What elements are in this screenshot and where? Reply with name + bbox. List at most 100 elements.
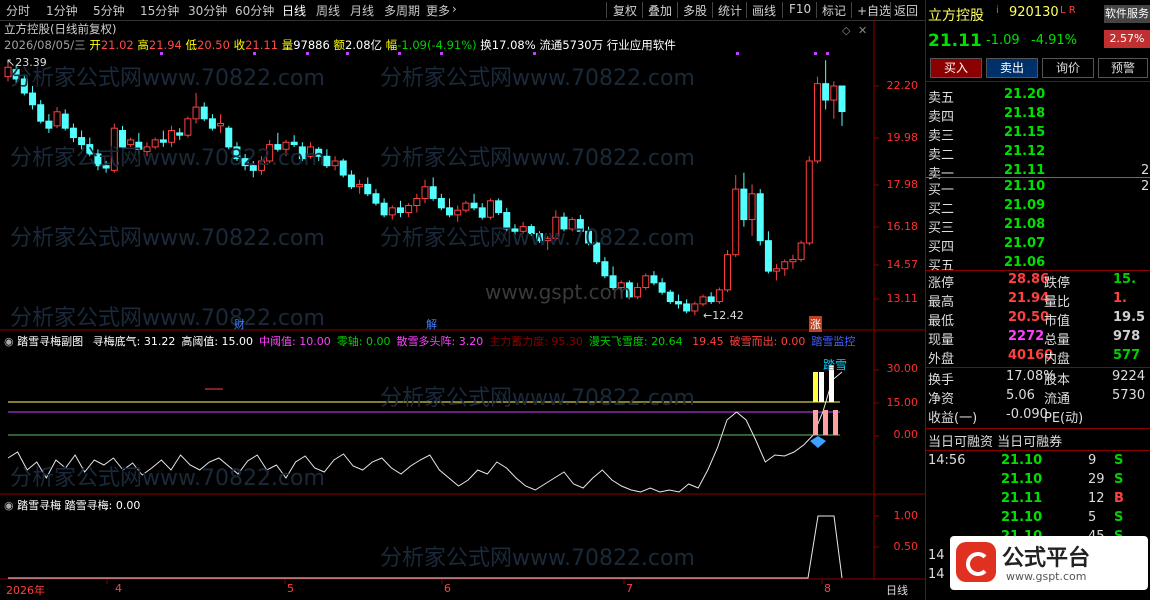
tick-row: 14:56 21.10 9 S bbox=[926, 452, 1150, 471]
stat-label: 最低 bbox=[928, 314, 955, 329]
ask-row: 卖五 21.20 bbox=[926, 86, 1150, 106]
stat-value: 5730 bbox=[1112, 388, 1146, 403]
candle bbox=[601, 257, 609, 279]
bid-price: 21.07 bbox=[1004, 236, 1046, 251]
tick-row: 21.10 29 S bbox=[926, 471, 1150, 490]
bid-price: 21.06 bbox=[1004, 255, 1046, 270]
bid-price: 21.09 bbox=[1004, 198, 1046, 213]
event-marker-limit[interactable]: 涨 bbox=[809, 316, 822, 332]
candle bbox=[331, 156, 339, 171]
candle bbox=[560, 212, 568, 232]
tick-side: S bbox=[1114, 510, 1124, 525]
alert-button[interactable]: 预警 bbox=[1098, 58, 1148, 78]
price-change: -1.09 bbox=[986, 33, 1020, 48]
ask-price: 21.18 bbox=[1004, 106, 1046, 121]
ind2-axis-label: 1.00 bbox=[893, 509, 919, 522]
stat-label: 内盘 bbox=[1044, 352, 1071, 367]
candle bbox=[53, 107, 61, 129]
candle bbox=[585, 226, 593, 246]
event-marker-unlock[interactable]: 解 bbox=[426, 316, 437, 332]
bid-label: 买二 bbox=[928, 202, 955, 217]
tick-row: 21.10 5 S bbox=[926, 509, 1150, 528]
candle bbox=[225, 125, 233, 150]
candle bbox=[380, 198, 388, 218]
sell-button[interactable]: 卖出 bbox=[986, 58, 1038, 78]
ind1-axis-label: 0.00 bbox=[893, 428, 919, 441]
candle bbox=[650, 271, 658, 286]
candle bbox=[576, 214, 584, 234]
candle bbox=[756, 189, 764, 246]
candle bbox=[78, 130, 86, 150]
signal-dot bbox=[826, 52, 829, 55]
stat-row: 涨停 28.86 跌停 15. bbox=[926, 271, 1150, 291]
price-label: 17.98 bbox=[886, 178, 919, 191]
candle bbox=[544, 235, 552, 251]
x-axis-label: 7 bbox=[626, 582, 633, 595]
candle bbox=[266, 139, 274, 164]
candle bbox=[151, 137, 159, 150]
stat-row: 外盘 40160 内盘 577 bbox=[926, 347, 1150, 367]
ask-row: 卖三 21.15 bbox=[926, 124, 1150, 144]
tick-side: B bbox=[1114, 491, 1124, 506]
stat-value: 28.86 bbox=[1008, 272, 1050, 287]
x-axis-label: 5 bbox=[287, 582, 294, 595]
logo-icon bbox=[956, 542, 996, 582]
candle bbox=[135, 132, 143, 154]
stat-label: 净资 bbox=[928, 392, 955, 407]
event-marker-finance[interactable]: 财 bbox=[234, 316, 245, 332]
candle bbox=[102, 160, 110, 173]
candle bbox=[691, 301, 699, 316]
indicator2-line bbox=[8, 515, 843, 579]
candle bbox=[470, 193, 478, 211]
candle bbox=[634, 282, 642, 300]
candle bbox=[658, 278, 666, 295]
signal-dot bbox=[814, 52, 817, 55]
stat-label: PE(动) bbox=[1044, 411, 1084, 426]
stat-label: 收益(一) bbox=[928, 411, 978, 426]
price-label: 19.98 bbox=[886, 131, 919, 144]
candle bbox=[429, 177, 437, 201]
candle bbox=[323, 149, 331, 169]
candle bbox=[37, 100, 45, 124]
tick-price: 21.11 bbox=[1001, 491, 1043, 506]
candle bbox=[740, 172, 748, 227]
candle bbox=[519, 221, 527, 234]
stat-value: 19.5 bbox=[1113, 310, 1146, 325]
indicator1-item: 寻梅底气: 31.22 bbox=[92, 335, 176, 348]
ask-row: 卖四 21.18 bbox=[926, 105, 1150, 125]
stat-value: 9224 bbox=[1112, 369, 1146, 384]
signal-dot bbox=[253, 52, 256, 55]
candle bbox=[593, 240, 601, 265]
signal-dot bbox=[346, 52, 349, 55]
candle bbox=[699, 294, 707, 307]
stat-value: 5.06 bbox=[1006, 388, 1035, 403]
candle bbox=[674, 294, 682, 309]
period-indicator[interactable]: 日线 bbox=[886, 582, 908, 598]
stat-value: 2272 bbox=[1008, 329, 1045, 344]
candle bbox=[45, 114, 53, 133]
stat-label: 股本 bbox=[1044, 373, 1071, 388]
tick-time: 14:56 bbox=[928, 453, 966, 468]
sector-badge[interactable]: 软件服务 bbox=[1104, 5, 1150, 23]
buy-button[interactable]: 买入 bbox=[930, 58, 982, 78]
tick-price: 21.10 bbox=[1001, 453, 1043, 468]
diamond-signal-icon bbox=[810, 436, 826, 448]
bid-row: 买一 21.10 2 bbox=[926, 178, 1150, 198]
inquiry-button[interactable]: 询价 bbox=[1042, 58, 1094, 78]
ask-label: 卖二 bbox=[928, 148, 955, 163]
stat-row: 收益(一) -0.090 PE(动) bbox=[926, 406, 1150, 426]
candle bbox=[707, 292, 715, 304]
candle bbox=[437, 193, 445, 211]
stat-value: -0.090 bbox=[1006, 407, 1048, 422]
candle bbox=[298, 142, 306, 161]
ask-price: 21.20 bbox=[1004, 87, 1046, 102]
tick-volume: 9 bbox=[1088, 453, 1097, 468]
candle bbox=[233, 142, 241, 161]
candle bbox=[617, 280, 625, 295]
candle bbox=[609, 266, 617, 290]
quote-panel: 立方控股 i 920130 L R 软件服务 2.57% 21.11 -1.09… bbox=[925, 0, 1150, 600]
stat-value: 21.94 bbox=[1008, 291, 1050, 306]
indicator-collapse-icon: ◉ bbox=[4, 499, 14, 512]
candle bbox=[290, 135, 298, 147]
tick-side: S bbox=[1114, 472, 1124, 487]
